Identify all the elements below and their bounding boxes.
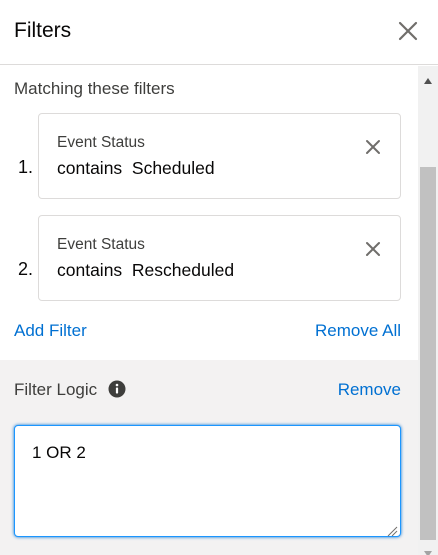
filters-scroll-area: Matching these filters 1. Event Status c… — [0, 66, 418, 555]
filter-card-1[interactable]: Event Status contains Scheduled — [38, 113, 401, 199]
filter-value: contains Scheduled — [57, 158, 215, 178]
add-filter-link[interactable]: Add Filter — [14, 321, 87, 341]
filter-field: Event Status — [57, 236, 145, 253]
filter-number: 2. — [18, 259, 34, 279]
filter-row-1: 1. Event Status contains Scheduled — [0, 113, 418, 199]
scroll-down-arrow-icon[interactable] — [423, 545, 433, 555]
close-icon[interactable] — [396, 19, 420, 43]
scroll-up-arrow-icon[interactable] — [423, 72, 433, 84]
panel-title: Filters — [14, 19, 72, 42]
filters-panel: Filters Matching these filters 1. Event … — [0, 0, 438, 555]
remove-filter-icon[interactable] — [364, 240, 382, 258]
filter-logic-input[interactable]: 1 OR 2 — [14, 425, 401, 537]
filter-logic-label: Filter Logic — [14, 380, 98, 399]
filter-actions: Add Filter Remove All — [0, 321, 418, 345]
remove-filter-icon[interactable] — [364, 138, 382, 156]
scrollbar[interactable] — [418, 66, 438, 555]
matching-filters-label: Matching these filters — [14, 79, 175, 98]
filter-value: contains Rescheduled — [57, 260, 235, 280]
info-icon[interactable] — [108, 380, 126, 398]
filter-logic-section: Filter Logic Remove 1 OR 2 — [0, 360, 418, 555]
scrollbar-thumb[interactable] — [420, 167, 436, 540]
filter-number: 1. — [18, 157, 34, 177]
remove-all-link[interactable]: Remove All — [315, 321, 401, 341]
filter-field: Event Status — [57, 134, 145, 151]
filter-card-2[interactable]: Event Status contains Rescheduled — [38, 215, 401, 301]
panel-header: Filters — [0, 0, 438, 65]
filter-row-2: 2. Event Status contains Rescheduled — [0, 215, 418, 301]
remove-logic-link[interactable]: Remove — [338, 380, 401, 400]
